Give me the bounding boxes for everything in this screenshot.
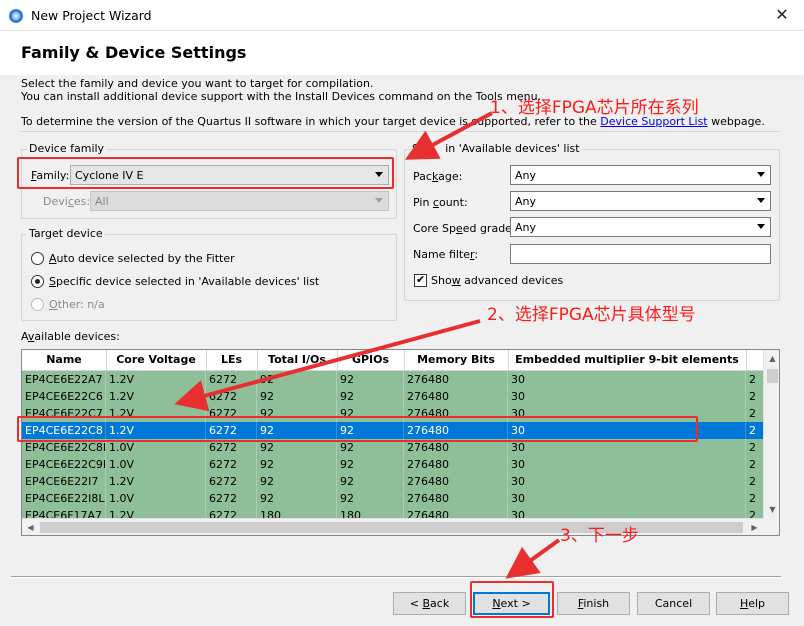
annotation-step-1: 1、选择FPGA芯片所在系列 (490, 98, 699, 118)
annotation-step-3: 3、下一步 (560, 526, 639, 546)
annotation-step-2: 2、选择FPGA芯片具体型号 (487, 305, 696, 325)
annotation-arrow-3 (505, 538, 561, 579)
annotation-arrow-2 (174, 319, 481, 412)
annotation-arrow-1 (404, 111, 493, 160)
